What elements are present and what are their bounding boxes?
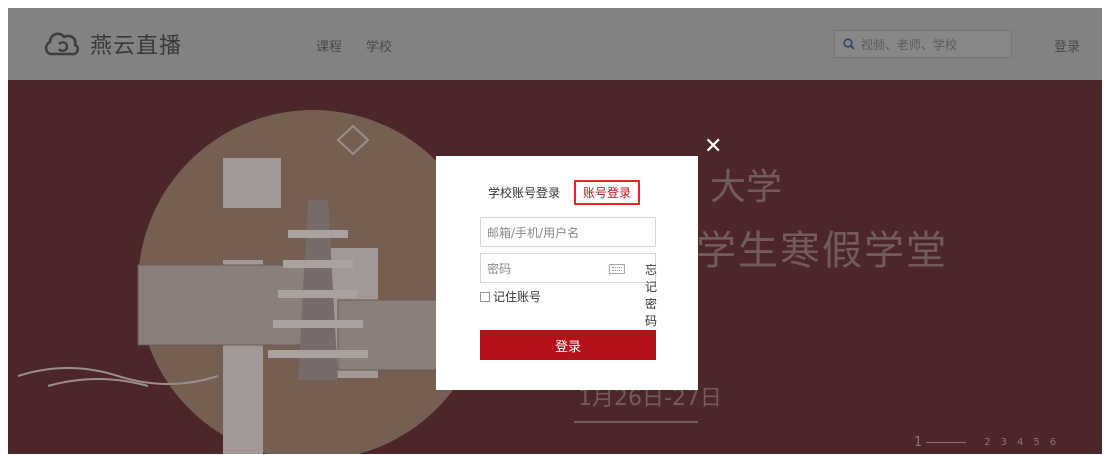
brand-logo[interactable]: 燕云直播 bbox=[42, 28, 182, 60]
brand-name: 燕云直播 bbox=[90, 34, 183, 59]
remember-label: 记住账号 bbox=[493, 290, 542, 304]
top-navbar: 燕云直播 课程 学校 视频、老师、学校 登录 bbox=[8, 8, 1102, 80]
password-placeholder: 密码 bbox=[487, 261, 512, 276]
username-field[interactable]: 邮箱/手机/用户名 bbox=[480, 217, 656, 247]
nav-item-schools[interactable]: 学校 bbox=[366, 36, 392, 55]
search-box[interactable]: 视频、老师、学校 bbox=[834, 30, 1012, 58]
page: 燕云直播 课程 学校 视频、老师、学校 登录 大学 学生寒假学堂 1月26日-2… bbox=[8, 8, 1102, 454]
tab-account-login[interactable]: 账号登录 bbox=[574, 180, 641, 205]
cloud-logo-icon bbox=[44, 32, 80, 56]
pager-active-line bbox=[926, 442, 967, 443]
forgot-password-link[interactable]: 忘记密码 bbox=[645, 261, 657, 329]
pager-item[interactable]: 3 bbox=[1001, 437, 1007, 448]
pager-item[interactable]: 5 bbox=[1033, 437, 1039, 448]
pager-item-active[interactable]: 1 bbox=[914, 435, 922, 450]
search-input[interactable]: 视频、老师、学校 bbox=[861, 36, 957, 53]
login-tabs: 学校账号登录 账号登录 bbox=[488, 180, 641, 205]
pager-item[interactable]: 6 bbox=[1050, 437, 1056, 448]
pager-item[interactable]: 2 bbox=[984, 437, 990, 448]
close-icon[interactable]: ✕ bbox=[704, 134, 722, 159]
remember-checkbox[interactable] bbox=[480, 291, 490, 302]
search-icon bbox=[843, 38, 855, 50]
banner-title-line1: 大学 bbox=[710, 167, 783, 208]
remember-account[interactable]: 记住账号 bbox=[480, 288, 541, 305]
main-nav: 课程 学校 bbox=[316, 36, 392, 55]
banner-title-line2: 学生寒假学堂 bbox=[696, 228, 948, 274]
pager-item[interactable]: 4 bbox=[1017, 437, 1023, 448]
password-field[interactable]: 密码 忘记密码 bbox=[480, 253, 657, 328]
login-submit-button[interactable]: 登录 bbox=[480, 330, 656, 360]
login-modal: 学校账号登录 账号登录 邮箱/手机/用户名 密码 忘记密码 记住账号 登录 bbox=[436, 156, 698, 390]
username-placeholder: 邮箱/手机/用户名 bbox=[487, 225, 580, 240]
keyboard-icon[interactable] bbox=[609, 264, 625, 274]
tab-school-account-login[interactable]: 学校账号登录 bbox=[488, 184, 560, 201]
header-login-link[interactable]: 登录 bbox=[1054, 36, 1080, 55]
carousel-pager: 1 2 3 4 5 6 bbox=[914, 435, 1056, 450]
nav-item-courses[interactable]: 课程 bbox=[316, 36, 342, 55]
